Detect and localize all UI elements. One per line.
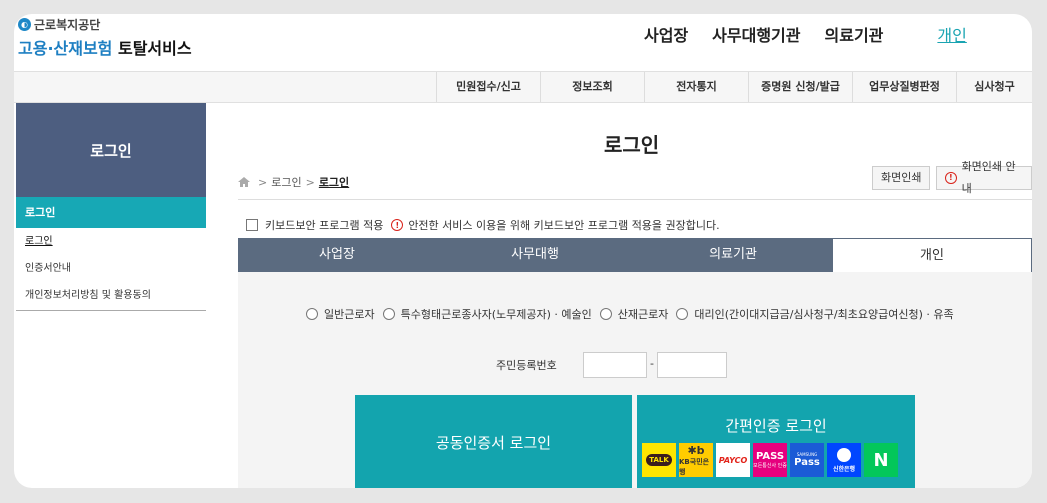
divider: [238, 199, 1032, 200]
sidebar-title: 로그인: [16, 103, 206, 197]
rrn-back-input[interactable]: [657, 352, 727, 378]
org-name: 근로복지공단: [34, 18, 101, 32]
top-nav-medical[interactable]: 의료기관: [825, 22, 884, 46]
rrn-front-input[interactable]: [583, 352, 647, 378]
kb-bank-icon[interactable]: ✱b KB국민은행: [679, 443, 713, 477]
sidebar-item-cert-guide[interactable]: 인증서안내: [16, 255, 206, 282]
top-nav-agency[interactable]: 사무대행기관: [712, 22, 800, 46]
breadcrumb-current: 로그인: [318, 176, 350, 189]
simple-login-button[interactable]: 간편인증 로그인 TALK ✱b KB국민은행 PAYCO PASS 모든통신사 인…: [637, 395, 915, 488]
payco-icon[interactable]: PAYCO: [716, 443, 750, 477]
naver-icon[interactable]: N: [864, 443, 898, 477]
radio-special-worker[interactable]: [382, 308, 395, 320]
keyboard-security-label: 키보드보안 프로그램 적용: [265, 219, 384, 232]
radio-injured-worker[interactable]: [599, 308, 612, 320]
sub-nav: 민원접수/신고 정보조회 전자통지 증명원 신청/발급 업무상질병판정 심사청구: [14, 71, 1032, 103]
comwel-logo-icon: ◐: [18, 18, 31, 31]
sidebar-item-login[interactable]: 로그인: [16, 228, 206, 255]
simple-login-title: 간편인증 로그인: [725, 417, 827, 435]
samsung-pass-icon[interactable]: SAMSUNG Pass: [790, 443, 824, 477]
print-guide-button[interactable]: ! 화면인쇄 안내: [936, 160, 1032, 195]
tab-medical[interactable]: 의료기관: [634, 238, 832, 272]
radio-general-worker[interactable]: [306, 308, 318, 320]
cert-login-button[interactable]: 공동인증서 로그인: [355, 395, 632, 488]
browser-frame: ◐ 근로복지공단 고용·산재보험 토탈서비스 사업장 사무대행기관 의료기관 개…: [14, 14, 1032, 488]
user-type-radios: 일반근로자 특수형태근로종사자(노무제공자) · 예술인 산재근로자 대리인(간…: [306, 306, 954, 322]
alert-icon: !: [391, 219, 404, 231]
top-nav: 사업장 사무대행기관 의료기관 개인: [644, 22, 991, 46]
rrn-dash: -: [650, 357, 654, 370]
keyboard-security-notice: 안전한 서비스 이용을 위해 키보드보안 프로그램 적용을 권장합니다.: [408, 219, 720, 232]
tab-business[interactable]: 사업장: [238, 238, 436, 272]
login-type-tabs: 사업장 사무대행 의료기관 개인: [238, 238, 1032, 272]
breadcrumb: > 로그인 > 로그인: [238, 174, 349, 190]
login-panel: 일반근로자 특수형태근로종사자(노무제공자) · 예술인 산재근로자 대리인(간…: [238, 272, 1032, 488]
sub-nav-disease[interactable]: 업무상질병판정: [852, 72, 956, 102]
sub-nav-review[interactable]: 심사청구: [956, 72, 1032, 102]
print-button[interactable]: 화면인쇄: [872, 166, 931, 190]
keyboard-security-row: 키보드보안 프로그램 적용 ! 안전한 서비스 이용을 위해 키보드보안 프로그…: [246, 217, 720, 233]
sub-nav-info[interactable]: 정보조회: [540, 72, 644, 102]
sub-nav-certificate[interactable]: 증명원 신청/발급: [748, 72, 852, 102]
tab-personal[interactable]: 개인: [832, 238, 1032, 272]
sub-nav-complaint[interactable]: 민원접수/신고: [436, 72, 540, 102]
kakao-icon[interactable]: TALK: [642, 443, 676, 477]
service-name-blue: 고용·산재보험: [18, 39, 113, 58]
sidebar-item-privacy[interactable]: 개인정보처리방침 및 활용동의: [16, 282, 206, 309]
keyboard-security-checkbox[interactable]: [246, 219, 258, 231]
radio-agent[interactable]: [676, 308, 689, 320]
service-name-rest: 토탈서비스: [117, 39, 192, 58]
alert-icon: !: [945, 172, 957, 184]
breadcrumb-item[interactable]: 로그인: [271, 174, 301, 190]
top-nav-personal[interactable]: 개인: [937, 22, 966, 46]
site-logo[interactable]: ◐ 근로복지공단 고용·산재보험 토탈서비스: [18, 16, 192, 59]
tab-agency[interactable]: 사무대행: [436, 238, 634, 272]
sidebar-list: 로그인 인증서안내 개인정보처리방침 및 활용동의: [16, 228, 206, 311]
sub-nav-notice[interactable]: 전자통지: [644, 72, 748, 102]
shinhan-bank-icon[interactable]: 신한은행: [827, 443, 861, 477]
sidebar-active-menu[interactable]: 로그인: [16, 197, 206, 228]
top-nav-business[interactable]: 사업장: [644, 22, 688, 46]
simple-login-providers: TALK ✱b KB국민은행 PAYCO PASS 모든통신사 인증 SAMSUNG…: [642, 443, 898, 477]
page-title: 로그인: [604, 133, 660, 157]
rrn-label: 주민등록번호: [496, 359, 557, 372]
home-icon[interactable]: [238, 177, 250, 187]
pass-icon[interactable]: PASS 모든통신사 인증: [753, 443, 787, 477]
